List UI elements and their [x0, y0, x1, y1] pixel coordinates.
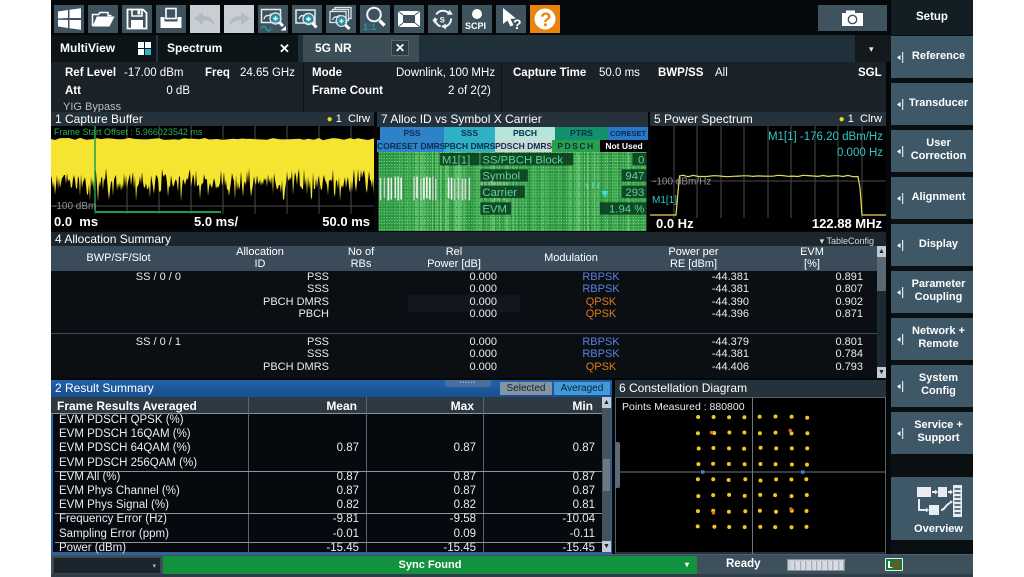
- svg-text:-100 dBm/Hz: -100 dBm/Hz: [653, 177, 711, 188]
- svg-text:1:1: 1:1: [363, 22, 376, 32]
- svg-text:SCPI: SCPI: [465, 21, 486, 31]
- svg-text:Points Measured : 880800: Points Measured : 880800: [622, 401, 745, 413]
- svg-text:0: 0: [638, 154, 644, 166]
- svg-text:M1[1]: M1[1]: [652, 195, 677, 206]
- svg-text:293: 293: [625, 187, 644, 199]
- svg-text:1.94 %: 1.94 %: [609, 204, 644, 216]
- svg-text:0.000 Hz: 0.000 Hz: [837, 147, 883, 159]
- svg-text:?: ?: [513, 16, 522, 32]
- svg-text:s: s: [440, 15, 446, 26]
- svg-text:947: 947: [625, 171, 644, 183]
- svg-text:Carrier: Carrier: [482, 187, 517, 199]
- svg-text:SS/PBCH Block: SS/PBCH Block: [482, 154, 563, 166]
- svg-text:-100 dBm: -100 dBm: [53, 201, 96, 212]
- svg-text:Symbol: Symbol: [482, 171, 520, 183]
- svg-text:EVM: EVM: [482, 204, 507, 216]
- svg-text:M1[1]: M1[1]: [442, 154, 470, 166]
- svg-text:Frame Start Offset : 5.9660235: Frame Start Offset : 5.966023542 ms: [54, 127, 203, 137]
- svg-text:?: ?: [540, 10, 552, 31]
- svg-text:M1[1] -176.20 dBm/Hz: M1[1] -176.20 dBm/Hz: [768, 131, 883, 143]
